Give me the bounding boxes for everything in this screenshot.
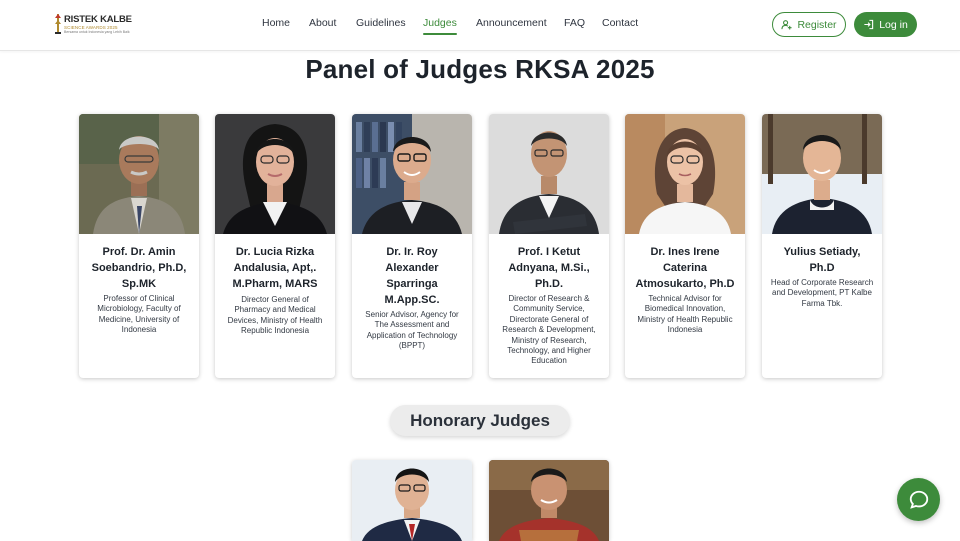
register-label: Register [797,18,837,31]
login-icon [864,19,874,30]
nav-announcement[interactable]: Announcement [476,17,547,29]
judge-card[interactable]: Prof. I Ketut Adnyana, M.Si., Ph.D. Dire… [489,114,609,378]
nav-home[interactable]: Home [262,17,290,29]
register-button[interactable]: Register [772,12,846,37]
judge-name: Dr. Ir. Roy Alexander Sparringa M.App.SC… [384,246,440,306]
judge-photo [762,114,882,234]
honorary-judge-card[interactable] [352,460,472,541]
honorary-judge-card[interactable] [489,460,609,541]
judge-name: Prof. I Ketut Adnyana, M.Si., Ph.D. [508,246,590,290]
judge-photo [352,114,472,234]
judge-role: Professor of Clinical Microbiology, Facu… [97,294,181,335]
judge-role: Director General of Pharmacy and Medical… [227,295,323,336]
judge-photo [625,114,745,234]
nav-guidelines[interactable]: Guidelines [356,17,406,29]
judge-card[interactable]: Dr. Ir. Roy Alexander Sparringa M.App.SC… [352,114,472,378]
judge-card[interactable]: Dr. Lucia Rizka Andalusia, Apt,. M.Pharm… [215,114,335,378]
judge-name: Yulius Setiady, Ph.D [783,246,861,274]
judge-card[interactable]: Yulius Setiady, Ph.D Head of Corporate R… [762,114,882,378]
login-label: Log in [879,18,908,31]
judge-photo [215,114,335,234]
chat-button[interactable] [897,478,940,521]
judge-role: Director of Research & Community Service… [502,294,596,366]
judge-name: Dr. Ines Irene Caterina Atmosukarto, Ph.… [635,246,735,290]
judge-photo [489,114,609,234]
chat-bubble-icon [909,490,928,509]
login-button[interactable]: Log in [854,12,917,37]
nav-about[interactable]: About [309,17,336,29]
honorary-judge-photo [352,460,472,541]
nav-judges[interactable]: Judges [423,17,457,35]
site-header: RISTEK KALBE SCIENCE AWARDS 2025 Bersama… [0,0,960,51]
judge-role: Senior Advisor, Agency for The Assessmen… [365,310,459,351]
page-title: Panel of Judges RKSA 2025 [305,54,655,84]
honorary-judge-photo [489,460,609,541]
judge-name: Prof. Dr. Amin Soebandrio, Ph.D, Sp.MK [91,246,187,290]
judge-name: Dr. Lucia Rizka Andalusia, Apt,. M.Pharm… [232,246,318,290]
judge-photo [79,114,199,234]
judge-role: Technical Advisor for Biomedical Innovat… [637,294,733,335]
judge-card[interactable]: Prof. Dr. Amin Soebandrio, Ph.D, Sp.MK P… [79,114,199,378]
user-plus-icon [781,20,792,30]
nav-contact[interactable]: Contact [602,17,638,29]
honorary-judges-heading: Honorary Judges [390,405,570,436]
judge-card[interactable]: Dr. Ines Irene Caterina Atmosukarto, Ph.… [625,114,745,378]
judge-role: Head of Corporate Research and Developme… [770,278,874,308]
nav-faq[interactable]: FAQ [564,17,585,29]
